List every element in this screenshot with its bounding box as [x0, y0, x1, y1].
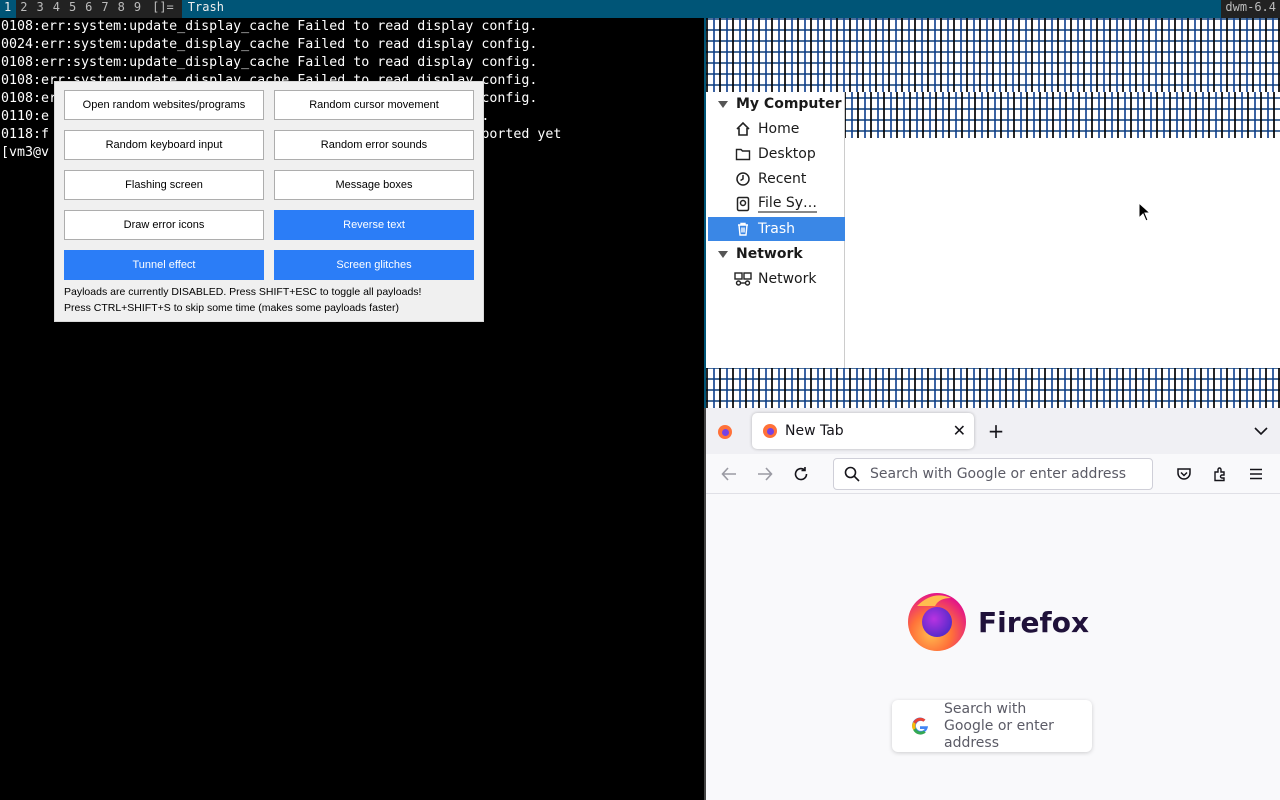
firefox-wordmark: Firefox	[978, 606, 1090, 639]
sidebar-item-network[interactable]: Network	[708, 267, 845, 291]
payload-control-dialog: Open random websites/programs Random cur…	[54, 81, 484, 322]
focused-window-title: Trash	[187, 0, 224, 14]
glitch-artifact	[844, 92, 1280, 138]
pocket-icon[interactable]	[1173, 463, 1195, 485]
chevron-down-icon[interactable]	[1250, 420, 1272, 442]
status-text: dwm-6.4	[1221, 0, 1280, 18]
random-cursor-movement-button[interactable]: Random cursor movement	[274, 90, 474, 120]
layout-indicator[interactable]: []=	[146, 0, 182, 18]
close-icon[interactable]: ✕	[953, 421, 966, 440]
tab-strip: New Tab ✕ +	[706, 408, 1280, 454]
screen-glitches-button[interactable]: Screen glitches	[274, 250, 474, 280]
back-arrow-icon[interactable]	[718, 463, 740, 485]
reload-icon[interactable]	[790, 463, 812, 485]
random-error-sounds-button[interactable]: Random error sounds	[274, 130, 474, 160]
reverse-text-button[interactable]: Reverse text	[274, 210, 474, 240]
mouse-cursor-icon	[1138, 202, 1152, 222]
sidebar-item-label: Trash	[758, 221, 795, 237]
home-icon	[734, 120, 752, 138]
page-search-box[interactable]: Search with Google or enter address	[892, 700, 1092, 752]
firefox-view-icon[interactable]	[714, 421, 736, 443]
open-random-websites-button[interactable]: Open random websites/programs	[64, 90, 264, 120]
sidebar-item-label: Network	[758, 271, 817, 287]
tag-2[interactable]: 2	[16, 0, 33, 18]
terminal-line: 0108:err:system:update_display_cache Fai…	[1, 19, 538, 34]
sidebar-item-label: Desktop	[758, 146, 816, 162]
tag-5[interactable]: 5	[64, 0, 82, 18]
sidebar-item-trash[interactable]: Trash	[708, 217, 845, 241]
payload-status-note: Payloads are currently DISABLED. Press S…	[64, 286, 422, 298]
address-bar-placeholder: Search with Google or enter address	[870, 466, 1127, 482]
clock-icon	[734, 170, 752, 188]
extensions-icon[interactable]	[1209, 463, 1231, 485]
folder-icon	[734, 145, 752, 163]
page-search-placeholder: Search with Google or enter address	[944, 700, 1054, 751]
tag-6[interactable]: 6	[81, 0, 98, 18]
sidebar-item-label: Home	[758, 121, 800, 137]
tag-8[interactable]: 8	[113, 0, 130, 18]
tag-7[interactable]: 7	[97, 0, 114, 18]
sidebar-item-label: File Sy…	[758, 195, 818, 213]
google-icon	[910, 716, 930, 736]
firefox-logo-icon	[762, 423, 778, 439]
glitch-artifact	[706, 368, 1280, 408]
skip-time-note: Press CTRL+SHIFT+S to skip some time (ma…	[64, 302, 399, 314]
flashing-screen-button[interactable]: Flashing screen	[64, 170, 264, 200]
trash-icon	[734, 220, 752, 238]
tag-4[interactable]: 4	[48, 0, 65, 18]
sidebar-item-recent[interactable]: Recent	[708, 167, 845, 191]
new-tab-plus-icon[interactable]: +	[984, 419, 1008, 443]
tab-new-tab[interactable]: New Tab ✕	[752, 413, 974, 449]
terminal-line: 0024:err:system:update_display_cache Fai…	[1, 37, 538, 52]
sidebar-item-desktop[interactable]: Desktop	[708, 142, 845, 166]
random-keyboard-input-button[interactable]: Random keyboard input	[64, 130, 264, 160]
firefox-logo-icon	[905, 588, 969, 656]
places-sidebar: My Computer Home Desktop Recent File Sy…	[708, 92, 845, 368]
tag-9[interactable]: 9	[129, 0, 147, 18]
chevron-down-icon	[718, 250, 728, 258]
dwm-status-bar: 1 2 3 4 5 6 7 8 9 []= Trash dwm-6.4	[0, 0, 1280, 18]
firefox-window: New Tab ✕ + Search with Google or enter …	[704, 408, 1280, 800]
tag-1[interactable]: 1	[0, 0, 17, 18]
sidebar-item-home[interactable]: Home	[708, 117, 845, 141]
message-boxes-button[interactable]: Message boxes	[274, 170, 474, 200]
section-my-computer[interactable]: My Computer	[708, 92, 845, 116]
search-icon	[844, 466, 860, 482]
tab-title: New Tab	[785, 423, 844, 439]
tunnel-effect-button[interactable]: Tunnel effect	[64, 250, 264, 280]
terminal-line: 0108:err:system:update_display_cache Fai…	[1, 55, 538, 70]
address-bar[interactable]: Search with Google or enter address	[833, 458, 1153, 490]
section-label: My Computer	[736, 96, 842, 112]
file-list-area[interactable]	[846, 138, 1280, 368]
tag-3[interactable]: 3	[32, 0, 49, 18]
sidebar-item-label: Recent	[758, 171, 807, 187]
drive-icon	[734, 195, 752, 213]
glitch-artifact	[706, 18, 1280, 92]
sidebar-item-filesystem[interactable]: File Sy…	[708, 192, 845, 216]
forward-arrow-icon[interactable]	[754, 463, 776, 485]
network-icon	[734, 270, 752, 288]
new-tab-page	[706, 494, 1280, 800]
chevron-down-icon	[718, 100, 728, 108]
draw-error-icons-button[interactable]: Draw error icons	[64, 210, 264, 240]
file-manager-window: My Computer Home Desktop Recent File Sy…	[704, 18, 1280, 408]
section-network[interactable]: Network	[708, 242, 845, 266]
section-label: Network	[736, 246, 803, 262]
hamburger-menu-icon[interactable]	[1245, 463, 1267, 485]
nav-toolbar: Search with Google or enter address	[706, 454, 1280, 494]
